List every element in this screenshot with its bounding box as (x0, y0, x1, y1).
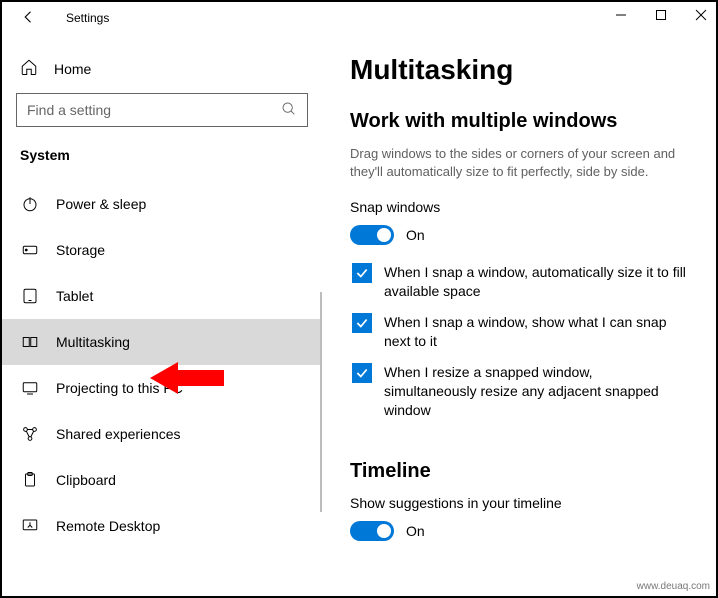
timeline-state: On (406, 523, 425, 539)
snap-option-3[interactable]: When I resize a snapped window, simultan… (350, 363, 688, 420)
section-title: Work with multiple windows (350, 110, 688, 133)
sidebar-item-clipboard[interactable]: Clipboard (2, 457, 322, 503)
sidebar-item-label: Remote Desktop (56, 518, 160, 534)
timeline-toggle[interactable] (350, 521, 394, 541)
sidebar-item-label: Projecting to this PC (56, 380, 183, 396)
maximize-button[interactable] (652, 8, 670, 24)
snap-windows-toggle[interactable] (350, 225, 394, 245)
back-button[interactable] (20, 8, 46, 29)
projecting-icon (20, 379, 40, 397)
sidebar-item-projecting[interactable]: Projecting to this PC (2, 365, 322, 411)
page-title: Multitasking (350, 54, 688, 86)
storage-icon (20, 241, 40, 259)
sidebar-item-tablet[interactable]: Tablet (2, 273, 322, 319)
search-icon (281, 101, 297, 120)
sidebar-item-storage[interactable]: Storage (2, 227, 322, 273)
minimize-button[interactable] (612, 8, 630, 24)
checkbox-checked-icon (352, 313, 372, 333)
sidebar-home-label: Home (54, 61, 91, 77)
search-input[interactable]: Find a setting (16, 93, 308, 127)
checkbox-checked-icon (352, 363, 372, 383)
snap-option-label: When I snap a window, automatically size… (384, 263, 688, 301)
sidebar-item-label: Power & sleep (56, 196, 146, 212)
window-title: Settings (66, 11, 109, 25)
timeline-label: Show suggestions in your timeline (350, 495, 688, 511)
shared-icon (20, 425, 40, 443)
multitasking-icon (20, 333, 40, 351)
clipboard-icon (20, 471, 40, 489)
snap-option-label: When I snap a window, show what I can sn… (384, 313, 688, 351)
sidebar-scrollbar[interactable] (320, 292, 322, 512)
sidebar-item-label: Multitasking (56, 334, 130, 350)
snap-option-2[interactable]: When I snap a window, show what I can sn… (350, 313, 688, 351)
sidebar-home[interactable]: Home (2, 58, 322, 93)
checkbox-checked-icon (352, 263, 372, 283)
sidebar-category: System (2, 147, 322, 181)
section-title: Timeline (350, 460, 688, 483)
snap-option-1[interactable]: When I snap a window, automatically size… (350, 263, 688, 301)
search-placeholder: Find a setting (27, 102, 111, 118)
sidebar-item-label: Clipboard (56, 472, 116, 488)
watermark: www.deuaq.com (637, 581, 710, 592)
remote-desktop-icon (20, 517, 40, 535)
snap-windows-state: On (406, 227, 425, 243)
home-icon (20, 58, 38, 79)
power-icon (20, 195, 40, 213)
sidebar-item-shared-experiences[interactable]: Shared experiences (2, 411, 322, 457)
sidebar-item-label: Shared experiences (56, 426, 181, 442)
snap-windows-label: Snap windows (350, 199, 688, 215)
sidebar-item-remote-desktop[interactable]: Remote Desktop (2, 503, 322, 549)
sidebar-item-label: Storage (56, 242, 105, 258)
snap-option-label: When I resize a snapped window, simultan… (384, 363, 688, 420)
tablet-icon (20, 287, 40, 305)
sidebar-item-label: Tablet (56, 288, 93, 304)
close-button[interactable] (692, 8, 710, 24)
section-description: Drag windows to the sides or corners of … (350, 145, 688, 181)
sidebar-item-power-sleep[interactable]: Power & sleep (2, 181, 322, 227)
sidebar-item-multitasking[interactable]: Multitasking (2, 319, 322, 365)
